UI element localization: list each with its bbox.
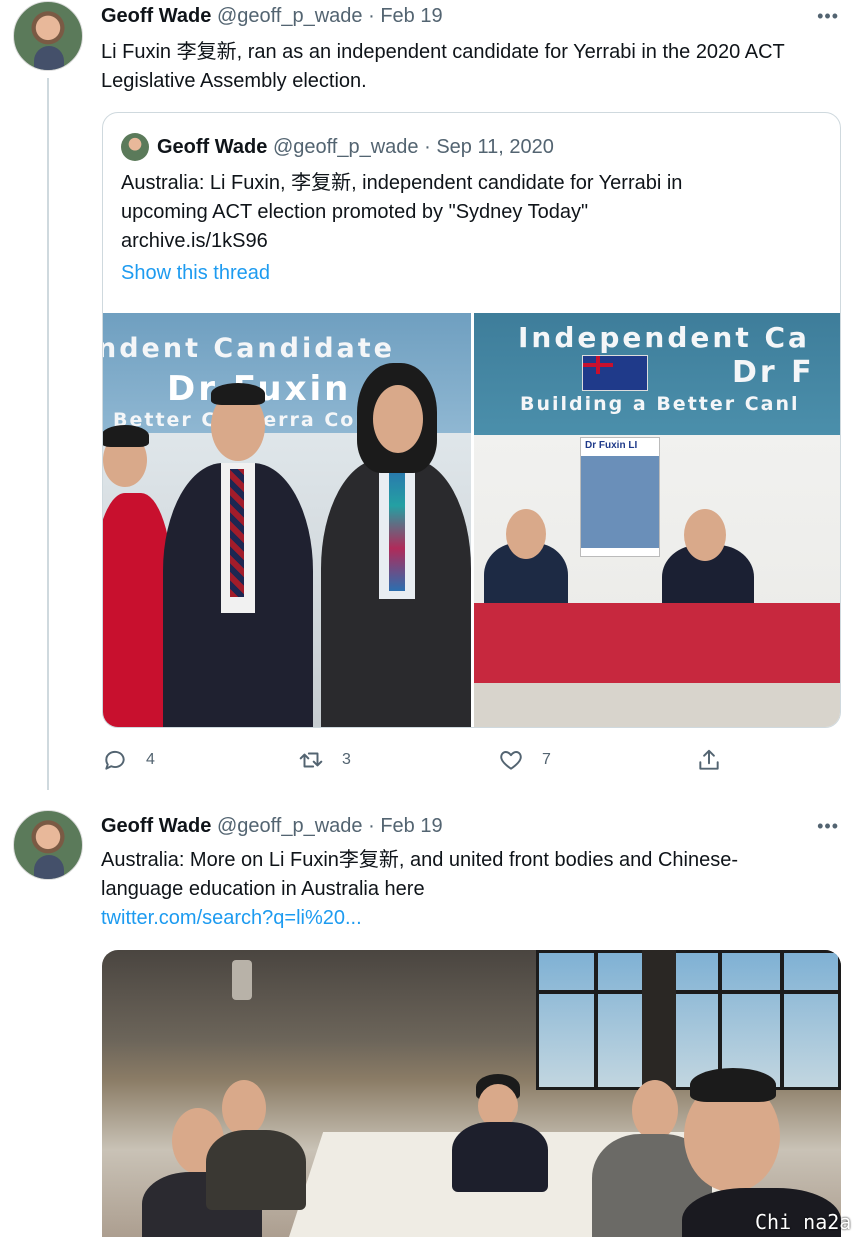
retweet-icon: [299, 752, 323, 768]
tweet-text: Australia: More on Li Fuxin李复新, and unit…: [101, 846, 846, 933]
person-head: [684, 509, 726, 561]
banner-text: Independent Ca: [518, 321, 810, 354]
candidate-poster: Dr Fuxin LI: [580, 437, 660, 557]
reply-icon: [105, 750, 125, 770]
retweet-button[interactable]: 3: [298, 744, 351, 776]
more-icon[interactable]: •••: [817, 6, 839, 27]
quote-author-name: Geoff Wade: [157, 136, 268, 158]
banner-text: Dr F: [732, 355, 815, 390]
quote-avatar: [121, 133, 149, 161]
tweet-text-line: Australia: More on Li Fuxin李复新, and unit…: [101, 849, 739, 871]
quote-header: Geoff Wade @geoff_p_wade · Sep 11, 2020: [157, 135, 554, 159]
person-tie: [389, 463, 405, 591]
show-thread-link[interactable]: Show this thread: [121, 262, 270, 285]
avatar[interactable]: [13, 810, 83, 880]
more-icon[interactable]: •••: [817, 816, 839, 837]
avatar[interactable]: [13, 1, 83, 71]
tweet-date[interactable]: Feb 19: [380, 815, 442, 837]
person-figure: [206, 1130, 306, 1210]
share-icon: [699, 749, 719, 770]
banner-text: ndent Candidate: [103, 333, 395, 364]
photo-campaign-event-right[interactable]: Independent Ca Dr F Building a Better Ca…: [474, 313, 840, 727]
person-hair: [690, 1068, 776, 1102]
window-grid: [536, 950, 841, 1090]
tweet-actions: 4 3 7: [102, 744, 842, 776]
person-figure: [452, 1122, 548, 1192]
quote-separator: ·: [424, 136, 431, 158]
like-icon: [500, 751, 522, 770]
tweet-date[interactable]: Feb 19: [380, 5, 442, 27]
reply-count: 4: [146, 751, 155, 768]
person-head: [632, 1080, 678, 1140]
quote-link: archive.is/1kS96: [121, 230, 268, 252]
like-count: 7: [542, 751, 551, 768]
photo-restaurant-meeting[interactable]: [102, 950, 841, 1237]
quote-author-handle: @geoff_p_wade: [272, 136, 419, 158]
tweet-header: Geoff Wade @geoff_p_wade · Feb 19: [101, 4, 443, 28]
author-handle[interactable]: @geoff_p_wade: [217, 815, 363, 837]
quote-date: Sep 11, 2020: [436, 136, 554, 158]
australian-flag-icon: [582, 355, 648, 391]
photo-campaign-event-left[interactable]: ndent Candidate Dr Fuxin Li Better Canbe…: [103, 313, 471, 727]
quote-text: Australia: Li Fuxin, 李复新, independent ca…: [121, 169, 821, 256]
lamp: [232, 960, 252, 1000]
floor: [474, 683, 840, 727]
watermark: Chi na2a: [755, 1210, 852, 1234]
poster-text: Dr Fuxin LI: [585, 440, 638, 451]
author-name[interactable]: Geoff Wade: [101, 815, 211, 837]
red-table: [474, 603, 840, 683]
person-hair: [211, 383, 265, 405]
quoted-tweet[interactable]: Geoff Wade @geoff_p_wade · Sep 11, 2020 …: [102, 112, 841, 728]
tweet-link[interactable]: twitter.com/search?q=li%20...: [101, 904, 846, 933]
person-hair: [103, 425, 149, 447]
quote-text-line: Australia: Li Fuxin, 李复新, independent ca…: [121, 172, 683, 194]
person-head: [373, 385, 423, 453]
tweet-header: Geoff Wade @geoff_p_wade · Feb 19: [101, 814, 443, 838]
share-button[interactable]: [696, 744, 722, 776]
pillar: [642, 950, 676, 1090]
tweet-text: Li Fuxin 李复新, ran as an independent cand…: [101, 41, 785, 92]
author-name[interactable]: Geoff Wade: [101, 5, 211, 27]
person-head: [222, 1080, 266, 1136]
person-tie: [230, 469, 244, 597]
reply-button[interactable]: 4: [102, 744, 155, 776]
person-head: [506, 509, 546, 559]
thread-line: [47, 78, 49, 790]
author-handle[interactable]: @geoff_p_wade: [217, 5, 363, 27]
banner-text: Building a Better Canl: [520, 393, 800, 415]
like-button[interactable]: 7: [498, 744, 551, 776]
quote-text-line: upcoming ACT election promoted by "Sydne…: [121, 201, 589, 223]
separator: ·: [368, 815, 375, 837]
retweet-count: 3: [342, 751, 351, 768]
tweet-text-line: language education in Australia here: [101, 878, 425, 900]
separator: ·: [368, 5, 375, 27]
tweet-1[interactable]: Geoff Wade @geoff_p_wade · Feb 19 ••• Li…: [0, 0, 865, 790]
